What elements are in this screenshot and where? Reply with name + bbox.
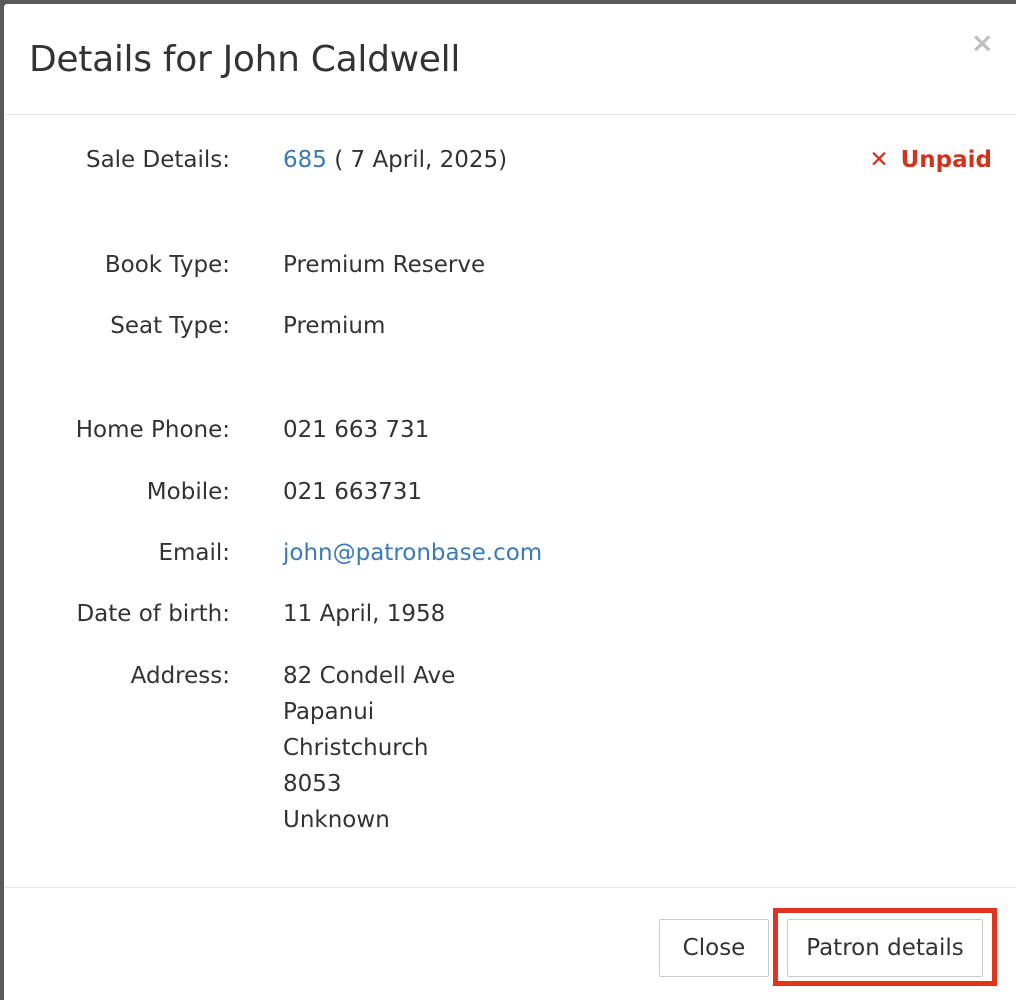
sale-date: ( 7 April, 2025) bbox=[326, 147, 508, 173]
book-type-label: Book Type: bbox=[104, 252, 230, 278]
patron-details-button[interactable]: Patron details bbox=[787, 919, 983, 977]
address-line: Unknown bbox=[283, 807, 390, 833]
unpaid-x-icon: ✕ bbox=[869, 147, 889, 173]
dob-value: 11 April, 1958 bbox=[283, 601, 446, 627]
modal-title: Details for John Caldwell bbox=[29, 39, 461, 80]
close-icon[interactable]: × bbox=[971, 26, 994, 60]
sale-details-value: 685 ( 7 April, 2025) bbox=[283, 142, 507, 178]
mobile-label: Mobile: bbox=[146, 479, 230, 505]
address-line: 82 Condell Ave bbox=[283, 663, 456, 689]
modal-header: Details for John Caldwell × bbox=[4, 4, 1016, 115]
email-label: Email: bbox=[158, 540, 230, 566]
payment-status: ✕ Unpaid bbox=[869, 142, 992, 178]
address-value: 82 Condell Ave Papanui Christchurch 8053… bbox=[283, 658, 455, 838]
close-button[interactable]: Close bbox=[659, 919, 769, 977]
modal-footer: Close Patron details bbox=[4, 887, 1016, 1000]
payment-status-text: Unpaid bbox=[900, 147, 992, 173]
seat-type-value: Premium bbox=[283, 313, 386, 339]
book-type-value: Premium Reserve bbox=[283, 252, 486, 278]
mobile-value: 021 663731 bbox=[283, 479, 423, 505]
sale-id-link[interactable]: 685 bbox=[283, 147, 327, 173]
home-phone-value: 021 663 731 bbox=[283, 417, 430, 443]
address-line: Christchurch bbox=[283, 735, 429, 761]
seat-type-label: Seat Type: bbox=[110, 313, 230, 339]
patron-details-modal: Details for John Caldwell × Sale Details… bbox=[4, 4, 1016, 1000]
address-label: Address: bbox=[130, 663, 230, 689]
address-line: 8053 bbox=[283, 771, 342, 797]
sale-details-label: Sale Details: bbox=[85, 147, 230, 173]
address-line: Papanui bbox=[283, 699, 375, 725]
email-link[interactable]: john@patronbase.com bbox=[283, 535, 542, 571]
dob-label: Date of birth: bbox=[76, 601, 230, 627]
home-phone-label: Home Phone: bbox=[75, 417, 230, 443]
